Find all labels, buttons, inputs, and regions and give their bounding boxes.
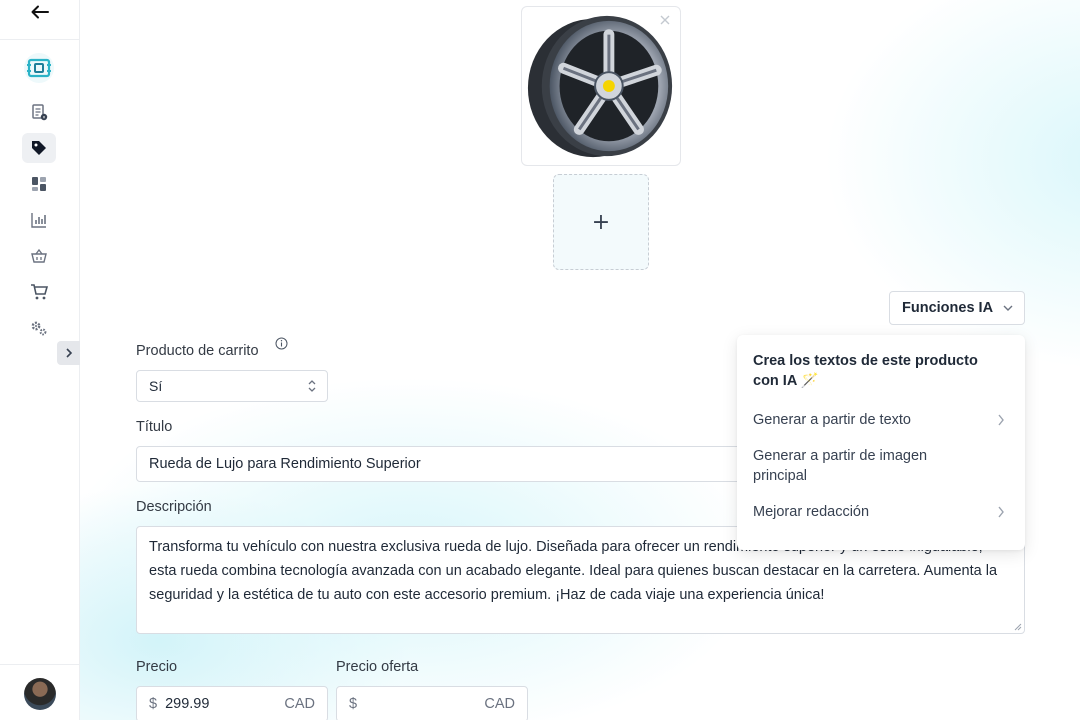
menu-item-label: Mejorar redacción (753, 504, 870, 520)
sidebar-divider (0, 39, 80, 40)
menu-item-improve-writing[interactable]: Mejorar redacción (737, 502, 1025, 522)
resize-grip-icon[interactable] (1014, 623, 1022, 631)
sidebar-item-orders[interactable] (22, 241, 56, 271)
basket-icon (31, 248, 47, 263)
sidebar-item-cart[interactable] (22, 277, 56, 307)
sale-price-unit: CAD (484, 696, 515, 712)
price-unit: CAD (284, 696, 315, 712)
add-image-button[interactable]: + (553, 174, 649, 270)
bar-chart-icon (31, 213, 46, 228)
sidebar-item-dashboard[interactable] (22, 169, 56, 199)
menu-item-label: Generar a partir de imagen principal (753, 448, 928, 484)
cart-product-select[interactable]: Sí (136, 370, 328, 402)
plus-icon: + (591, 209, 611, 235)
gears-icon (31, 321, 47, 336)
sidebar-item-products[interactable] (22, 133, 56, 163)
menu-item-label: Generar a partir de texto (753, 412, 911, 428)
sidebar (0, 0, 80, 720)
ai-functions-menu: Crea los textos de este producto con IA … (737, 335, 1025, 550)
chevron-right-icon (998, 506, 1004, 518)
info-icon[interactable] (275, 337, 288, 350)
remove-image-button[interactable] (658, 13, 672, 27)
ai-functions-label: Funciones IA (902, 300, 994, 316)
user-avatar[interactable] (24, 678, 56, 710)
cart-product-value: Sí (149, 378, 163, 394)
sidebar-item-settings[interactable] (22, 313, 56, 343)
price-currency-symbol: $ (149, 696, 158, 712)
price-label: Precio (136, 659, 178, 675)
arrow-left-icon (31, 5, 49, 19)
price-value: 299.99 (165, 696, 210, 712)
back-button[interactable] (26, 0, 54, 24)
cart-product-label: Producto de carrito (136, 343, 259, 359)
sale-price-field[interactable]: $ CAD (336, 686, 528, 720)
logo-icon (27, 58, 51, 78)
sidebar-item-documents[interactable] (22, 97, 56, 127)
description-label: Descripción (136, 499, 212, 515)
dashboard-icon (32, 177, 46, 191)
sale-price-label: Precio oferta (336, 659, 419, 675)
document-info-icon (32, 104, 48, 121)
chevron-right-icon (65, 348, 72, 358)
product-image-main[interactable] (521, 6, 681, 166)
tag-icon (32, 141, 46, 155)
title-value: Rueda de Lujo para Rendimiento Superior (149, 456, 421, 472)
ai-menu-title: Crea los textos de este producto con IA … (753, 353, 978, 389)
menu-item-generate-from-image[interactable]: Generar a partir de imagen principal (737, 446, 977, 486)
wheel-rim-icon (527, 15, 673, 158)
chevron-down-icon (1003, 305, 1013, 311)
title-label: Título (136, 419, 173, 435)
menu-item-generate-from-text[interactable]: Generar a partir de texto (737, 410, 1025, 430)
collapse-sidebar-button[interactable] (57, 341, 80, 365)
sidebar-item-analytics[interactable] (22, 205, 56, 235)
app-logo[interactable] (24, 53, 54, 83)
cart-icon (31, 284, 48, 300)
price-field[interactable]: $ 299.99 CAD (136, 686, 328, 720)
ai-functions-button[interactable]: Funciones IA (889, 291, 1025, 325)
sale-price-currency-symbol: $ (349, 696, 358, 712)
close-icon (660, 15, 670, 25)
chevron-right-icon (998, 414, 1004, 426)
select-arrows-icon (308, 380, 316, 392)
sidebar-divider (0, 664, 80, 665)
